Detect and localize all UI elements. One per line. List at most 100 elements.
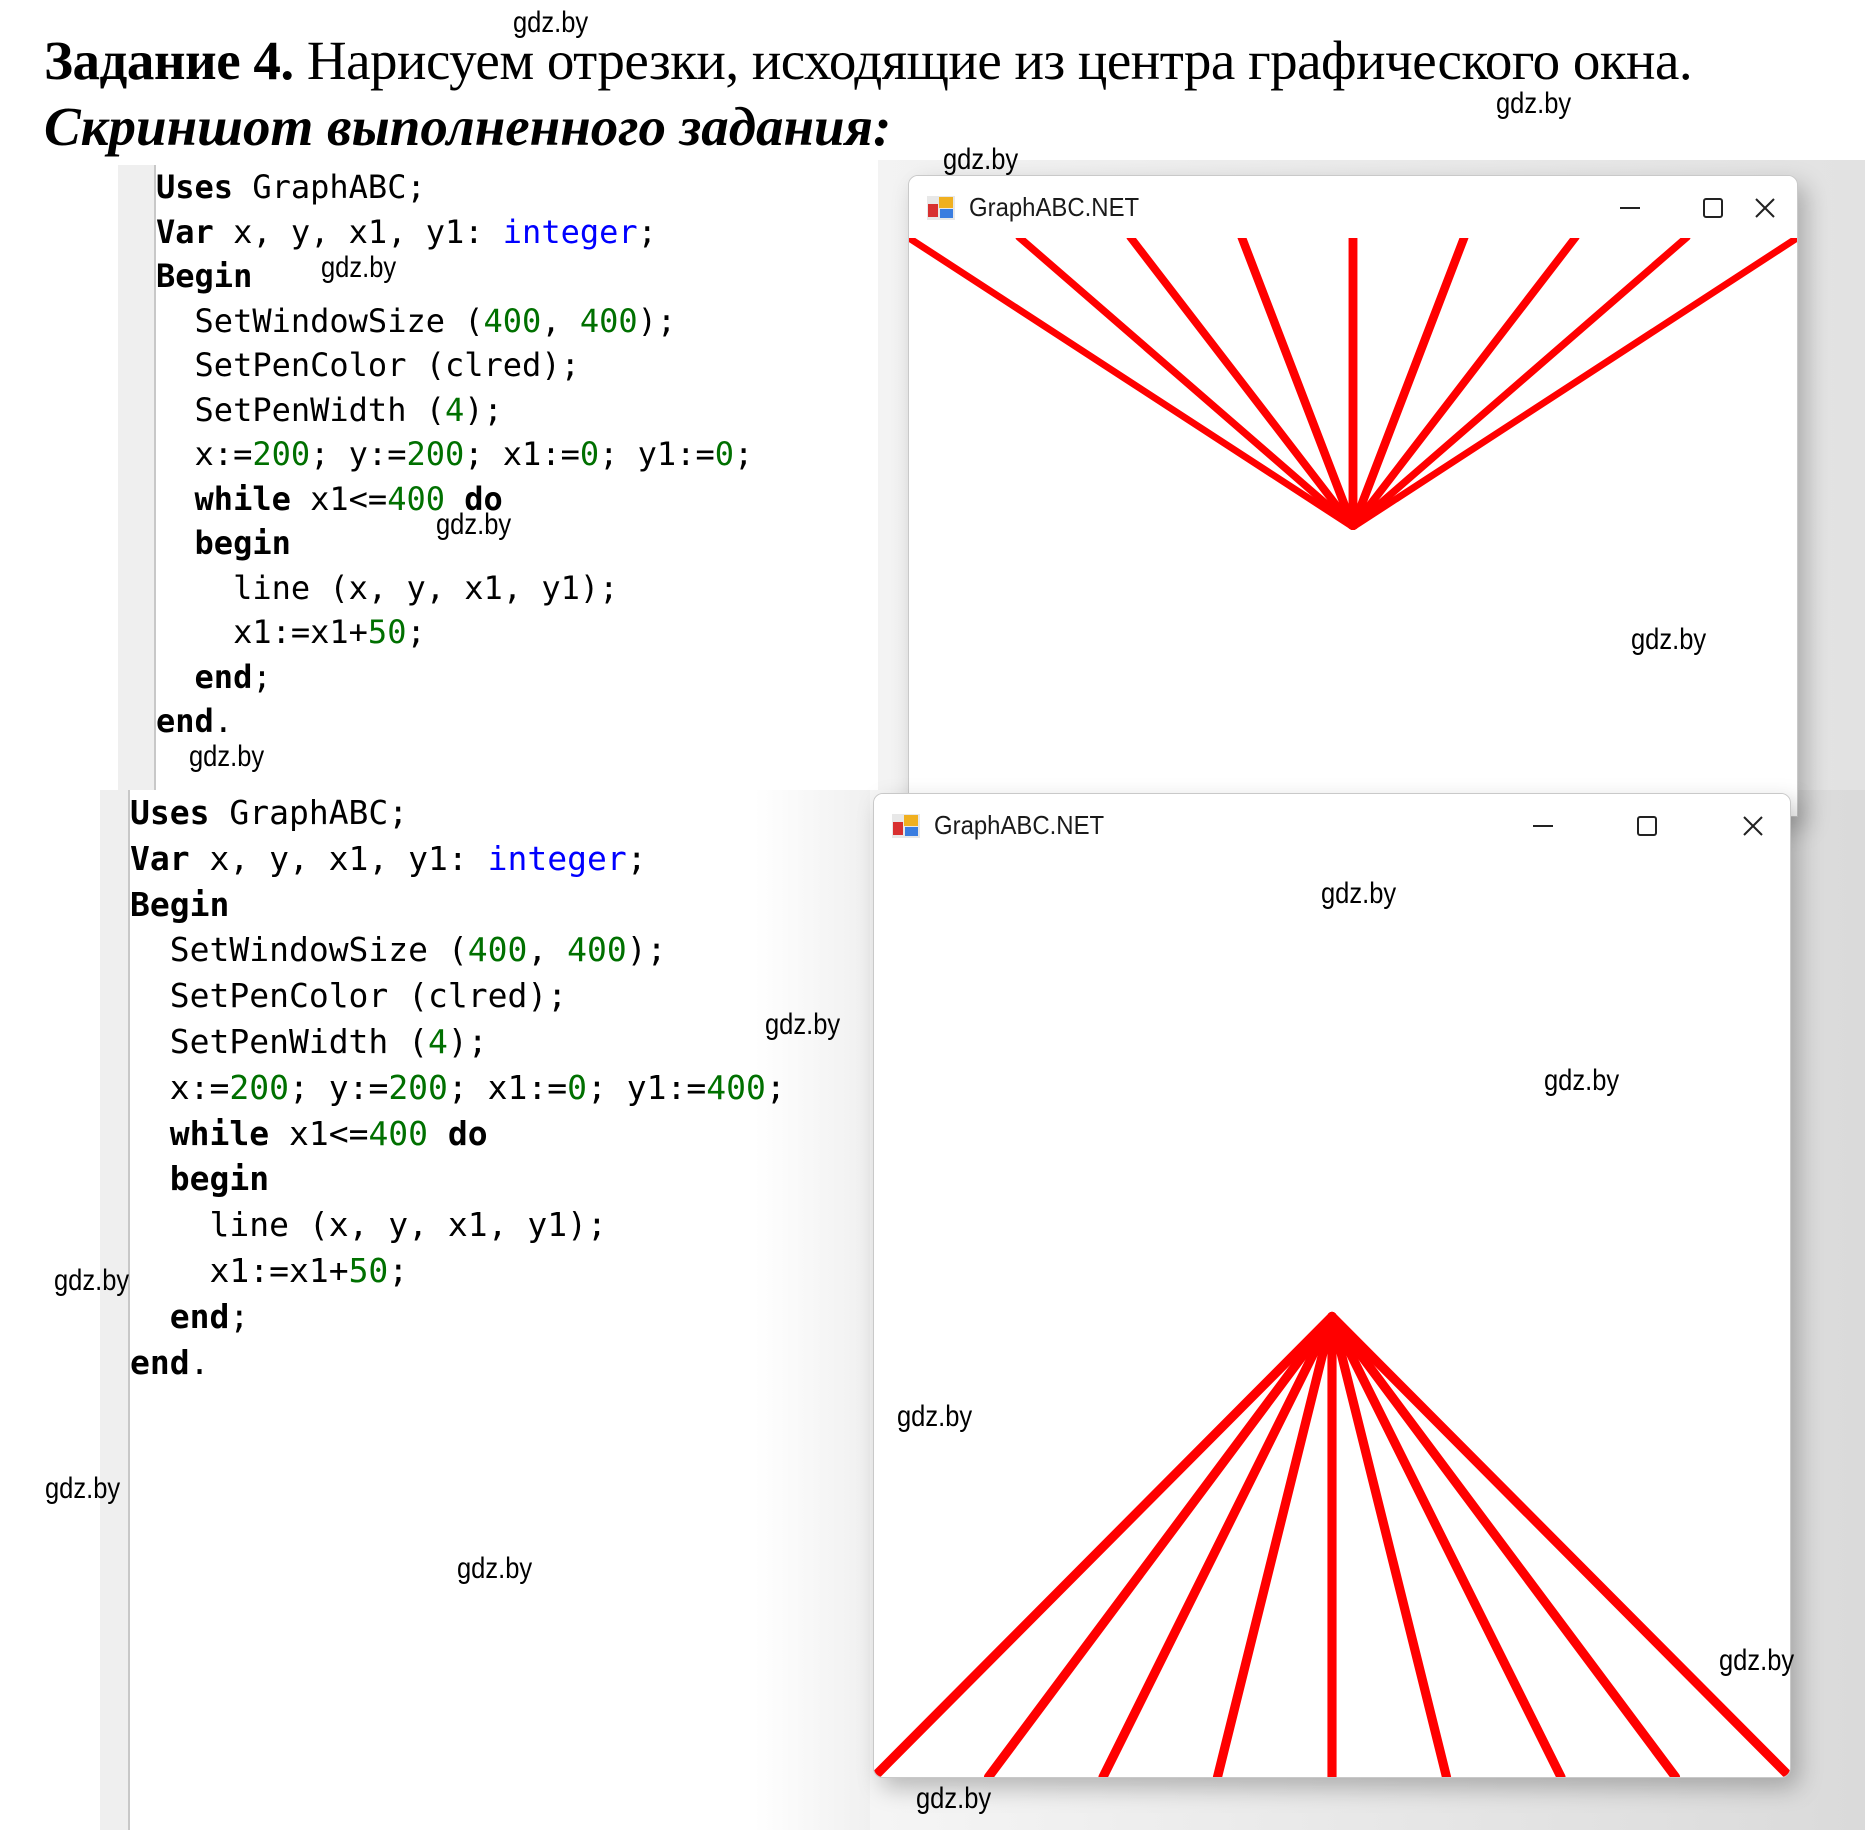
graphabc-app-icon: [892, 814, 920, 838]
code-text: x, y, x1, y1:: [213, 212, 503, 251]
code-keyword: Var: [130, 838, 190, 878]
code-keyword: begin: [194, 524, 291, 562]
code-line: x1:=x1+50;: [156, 610, 753, 655]
code-keyword: end: [130, 1342, 190, 1382]
window-title: GraphABC.NET: [969, 192, 1140, 222]
code-keyword: begin: [169, 1159, 270, 1199]
code-text: ,: [527, 930, 568, 970]
watermark: gdz.by: [54, 1264, 130, 1297]
code-text: ; x1:=: [464, 435, 580, 473]
window-titlebar[interactable]: GraphABC.NET: [909, 176, 1797, 238]
code-editor-2[interactable]: Uses GraphABC; Var x, y, x1, y1: integer;…: [100, 790, 870, 1830]
watermark: gdz.by: [45, 1472, 121, 1505]
code-line: Uses GraphABC;: [156, 165, 753, 210]
graphabc-window-2[interactable]: GraphABC.NET: [873, 793, 1791, 1778]
code-text: SetPenWidth (: [169, 1021, 429, 1061]
code-keyword: Uses: [130, 793, 210, 832]
code-text: ; y:=: [310, 435, 407, 473]
red-line-segment: [1348, 238, 1691, 530]
close-icon: [1755, 198, 1775, 218]
watermark: gdz.by: [1496, 87, 1572, 120]
code-text: line (x, y, x1, y1);: [209, 1205, 607, 1245]
maximize-icon: [1703, 198, 1723, 218]
code-line: Begin: [156, 254, 753, 299]
code-text: .: [213, 702, 234, 740]
red-line-segment: [1126, 238, 1358, 530]
watermark: gdz.by: [189, 740, 265, 773]
code-keyword: Var: [156, 212, 214, 251]
code-text: x, y, x1, y1:: [189, 838, 488, 878]
code-text: SetPenWidth (: [194, 390, 445, 429]
watermark: gdz.by: [943, 143, 1019, 176]
screenshot-subtitle: Скриншот выполненного задания:: [44, 96, 892, 157]
code-keyword: do: [447, 1113, 488, 1153]
close-button[interactable]: [1740, 188, 1790, 228]
code-text: x1<=: [269, 1113, 369, 1153]
code-number: 400: [579, 301, 638, 340]
code-keyword: while: [194, 479, 291, 518]
code-number: 0: [714, 435, 734, 473]
watermark: gdz.by: [436, 508, 512, 541]
red-line-segment: [1327, 1311, 1452, 1777]
watermark: gdz.by: [897, 1400, 973, 1433]
code-keyword: Uses: [156, 168, 234, 206]
red-line-segment: [909, 238, 1358, 530]
watermark: gdz.by: [1321, 877, 1397, 910]
graphics-canvas: [874, 856, 1790, 1777]
code-keyword: end: [169, 1296, 230, 1336]
code-text: x:=: [169, 1067, 230, 1107]
red-line-segment: [983, 1311, 1337, 1777]
red-line-segment: [1327, 1311, 1790, 1777]
code-text: ;: [637, 212, 657, 251]
code-line: SetWindowSize (400, 400);: [156, 299, 753, 344]
watermark: gdz.by: [765, 1008, 841, 1041]
watermark: gdz.by: [1631, 623, 1707, 656]
code-text: x:=: [194, 435, 253, 473]
watermark: gdz.by: [1719, 1644, 1795, 1677]
maximize-button[interactable]: [1688, 188, 1738, 228]
graphics-canvas: [909, 238, 1797, 816]
close-button[interactable]: [1728, 806, 1778, 846]
code-line: Begin: [130, 882, 786, 928]
line-drawing: [909, 238, 1797, 530]
code-text: ;: [626, 838, 647, 878]
code-text: x1<=: [290, 479, 388, 518]
code-line: SetPenColor (clred);: [156, 343, 753, 388]
window-title: GraphABC.NET: [934, 810, 1105, 840]
code-text: ;: [388, 1250, 409, 1290]
code-editor-1[interactable]: Uses GraphABC; Var x, y, x1, y1: integer;…: [118, 165, 878, 790]
code-line: end;: [156, 655, 753, 700]
code-number: 50: [367, 613, 407, 651]
code-line: Uses GraphABC;: [130, 790, 786, 836]
code-line: Var x, y, x1, y1: integer;: [156, 210, 753, 255]
code-text: SetPenColor (clred);: [194, 346, 580, 384]
code-text: ;: [733, 435, 754, 473]
code-keyword: while: [169, 1113, 270, 1153]
code-line: x:=200; y:=200; x1:=0; y1:=0;: [156, 432, 754, 477]
code-line: while x1<=400 do: [130, 1111, 786, 1157]
code-text: line (x, y, x1, y1);: [233, 568, 619, 607]
code-line: x1:=x1+50;: [130, 1248, 786, 1294]
code-number: 0: [567, 1067, 588, 1107]
red-line-segment: [1327, 1311, 1681, 1777]
code-type: integer: [502, 212, 638, 251]
minimize-button[interactable]: [1518, 806, 1568, 846]
task-text: Нарисуем отрезки, исходящие из центра гр…: [293, 30, 1693, 91]
code-text: GraphABC;: [233, 168, 426, 206]
code-text: ; y1:=: [599, 435, 715, 473]
red-line-segment: [874, 1311, 1337, 1777]
code-text: ,: [541, 301, 580, 340]
code-text: .: [189, 1342, 210, 1382]
code-line: Var x, y, x1, y1: integer;: [130, 836, 786, 882]
window-titlebar[interactable]: GraphABC.NET: [874, 794, 1790, 856]
graphabc-window-1[interactable]: GraphABC.NET: [908, 175, 1798, 817]
watermark: gdz.by: [916, 1782, 992, 1815]
code-text: ; x1:=: [447, 1067, 568, 1107]
minimize-icon: [1620, 207, 1640, 209]
code-text: GraphABC;: [209, 793, 409, 832]
maximize-button[interactable]: [1622, 806, 1672, 846]
code-number: 0: [579, 435, 600, 473]
minimize-button[interactable]: [1605, 188, 1655, 228]
maximize-icon: [1637, 816, 1657, 836]
code-number: 200: [229, 1067, 289, 1107]
